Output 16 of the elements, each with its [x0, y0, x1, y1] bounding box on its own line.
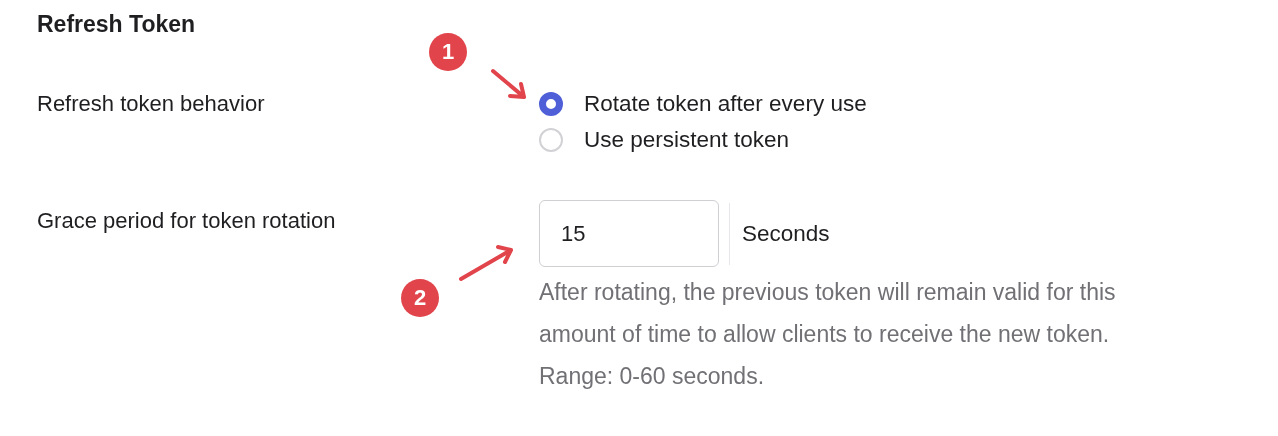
section-title: Refresh Token	[37, 10, 197, 39]
field-label: Grace period for token rotation	[37, 207, 336, 235]
annotation-arrow	[491, 69, 526, 99]
option-label: Rotate token after every use	[584, 91, 867, 117]
step-badge: 1	[429, 33, 467, 71]
radio-option[interactable]: Rotate token after every use	[539, 86, 867, 122]
option-label: Use persistent token	[584, 127, 790, 153]
help-text: After rotating, the previous token will remain valid for this amount of time to allow clients to receive the new token.	[539, 278, 1117, 349]
field-label: Refresh token behavior	[37, 90, 265, 118]
step-badge: 2	[401, 279, 439, 317]
range-note: Range: 0-60 seconds.	[539, 362, 766, 391]
radio-option[interactable]: Use persistent token	[539, 122, 790, 158]
number-input[interactable]: 15	[539, 200, 719, 267]
annotation-arrow	[459, 245, 513, 281]
radio-button[interactable]	[539, 92, 563, 116]
unit-label: Seconds	[742, 220, 830, 247]
